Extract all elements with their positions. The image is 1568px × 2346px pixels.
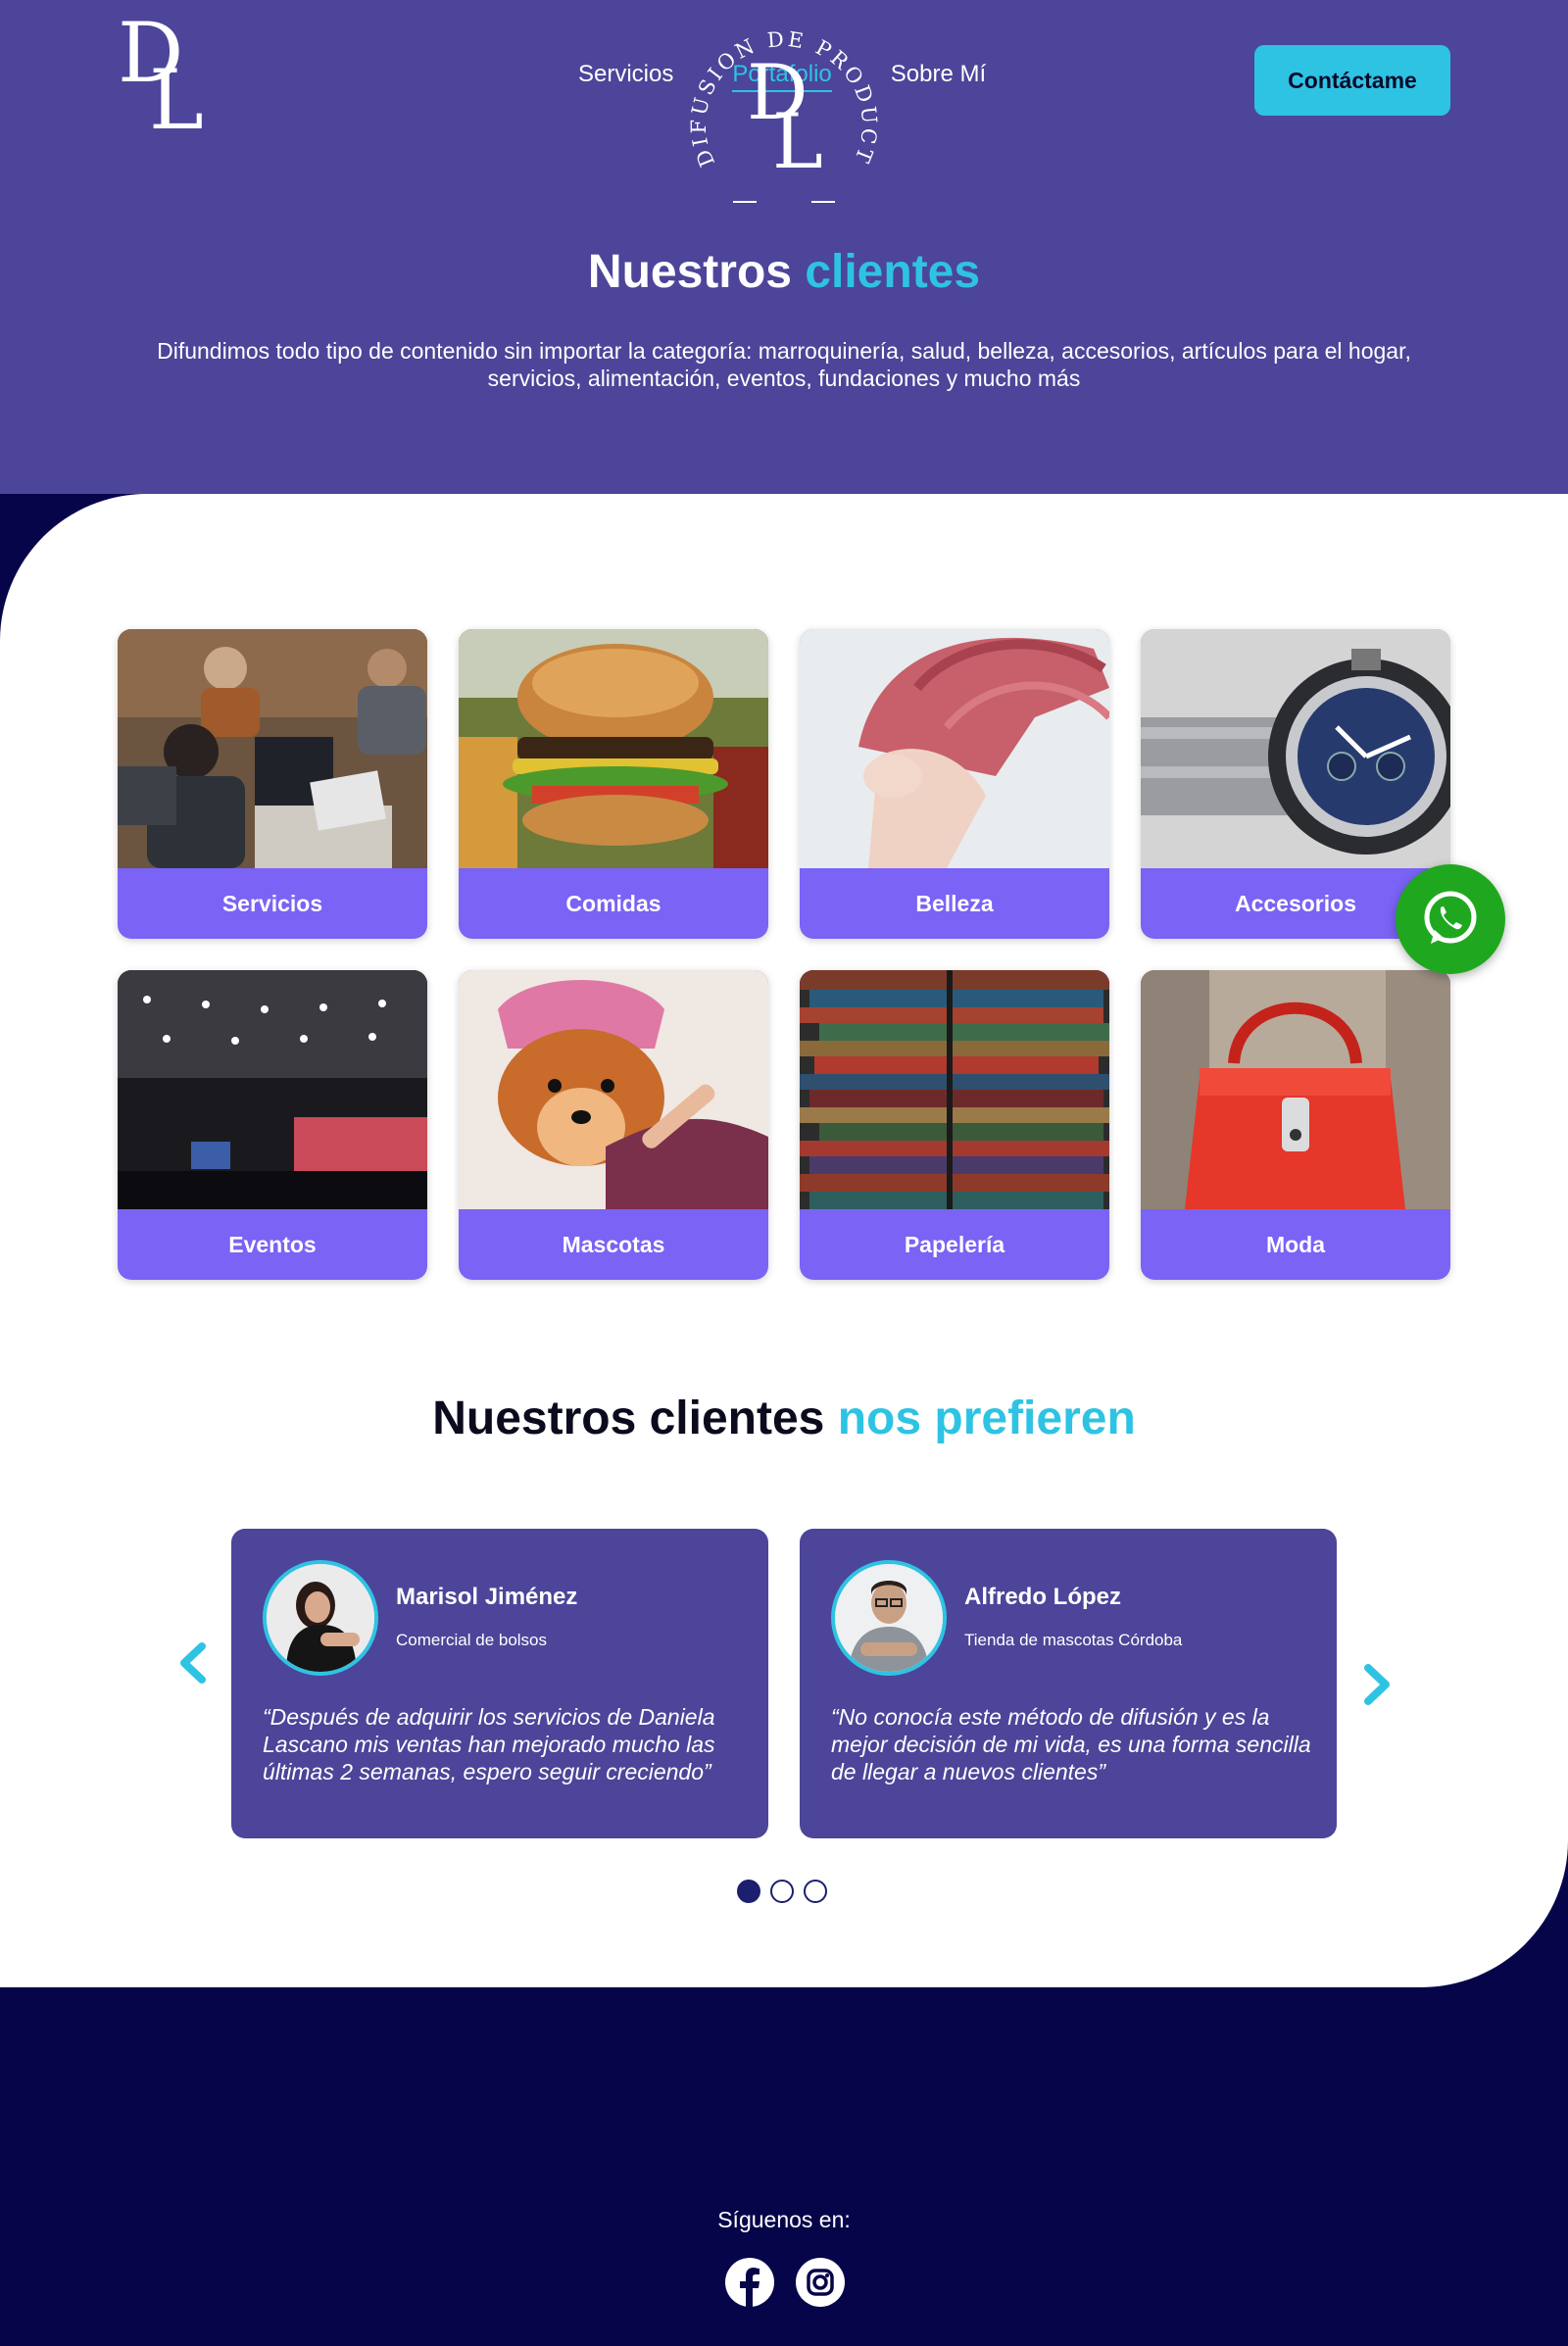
facebook-icon[interactable]	[725, 2258, 774, 2307]
testimonial-quote: “No conocía este método de difusión y es…	[831, 1704, 1311, 1784]
category-card-comidas[interactable]: Comidas	[459, 629, 768, 939]
category-card-moda[interactable]: Moda	[1141, 970, 1450, 1280]
chevron-right-icon	[1364, 1664, 1390, 1705]
carousel-dot-1[interactable]	[737, 1880, 760, 1903]
testimonial-role: Comercial de bolsos	[396, 1631, 548, 1649]
category-label: Servicios	[221, 891, 323, 916]
people-working-on-laptops-image	[118, 629, 427, 868]
red-handbag-image	[1141, 970, 1450, 1209]
burger-and-fries-image	[459, 629, 768, 868]
category-card-servicios[interactable]: Servicios	[118, 629, 427, 939]
dog-with-towel-image	[459, 970, 768, 1209]
category-label: Belleza	[915, 891, 994, 916]
footer-logo: DIFUSION DE PRODUCTOS D L	[686, 16, 879, 203]
conference-hall-image	[118, 970, 427, 1209]
testimonial-card: Alfredo López Tienda de mascotas Córdoba…	[800, 1529, 1337, 1838]
carousel-dot-2[interactable]	[770, 1880, 794, 1903]
whatsapp-button[interactable]	[1396, 864, 1505, 974]
logo[interactable]: DL	[116, 12, 204, 141]
avatar	[263, 1560, 378, 1676]
testimonials-title: Nuestros clientes nos prefieren	[432, 1393, 1136, 1444]
nav-sobre-mi[interactable]: Sobre Mí	[891, 61, 986, 92]
hero-description: Difundimos todo tipo de contenido sin im…	[157, 338, 1411, 391]
testimonial-quote: “Después de adquirir los servicios de Da…	[263, 1704, 715, 1784]
follow-label: Síguenos en:	[717, 2207, 851, 2232]
chevron-left-icon	[180, 1642, 206, 1684]
social-links	[725, 2258, 845, 2307]
testimonial-card: Marisol Jiménez Comercial de bolsos “Des…	[231, 1529, 768, 1838]
contact-button[interactable]: Contáctame	[1254, 45, 1450, 116]
carousel-prev-button[interactable]	[169, 1638, 218, 1687]
category-card-mascotas[interactable]: Mascotas	[459, 970, 768, 1280]
page-title: Nuestros clientes	[587, 246, 981, 298]
svg-text:L: L	[772, 98, 823, 186]
avatar	[831, 1560, 947, 1676]
nav-servicios[interactable]: Servicios	[578, 61, 673, 92]
category-grid: Servicios Comidas Belleza Accesorios Eve…	[118, 629, 1450, 1280]
category-card-eventos[interactable]: Eventos	[118, 970, 427, 1280]
carousel-pagination	[737, 1880, 827, 1903]
wrist-watch-image	[1141, 629, 1450, 868]
testimonial-name: Alfredo López	[964, 1584, 1121, 1610]
carousel-dot-3[interactable]	[804, 1880, 827, 1903]
category-label: Moda	[1265, 1232, 1326, 1257]
woman-with-pink-hair-image	[800, 629, 1109, 868]
category-label: Comidas	[565, 891, 662, 916]
carousel-next-button[interactable]	[1352, 1660, 1401, 1709]
instagram-icon[interactable]	[796, 2258, 845, 2307]
testimonial-name: Marisol Jiménez	[396, 1584, 578, 1610]
category-card-belleza[interactable]: Belleza	[800, 629, 1109, 939]
category-label: Papelería	[904, 1232, 1005, 1257]
stacked-books-image	[800, 970, 1109, 1209]
category-card-papeleria[interactable]: Papelería	[800, 970, 1109, 1280]
category-label: Eventos	[228, 1232, 317, 1257]
whatsapp-icon	[1424, 891, 1477, 944]
category-label: Mascotas	[562, 1232, 665, 1257]
testimonial-role: Tienda de mascotas Córdoba	[964, 1631, 1183, 1649]
